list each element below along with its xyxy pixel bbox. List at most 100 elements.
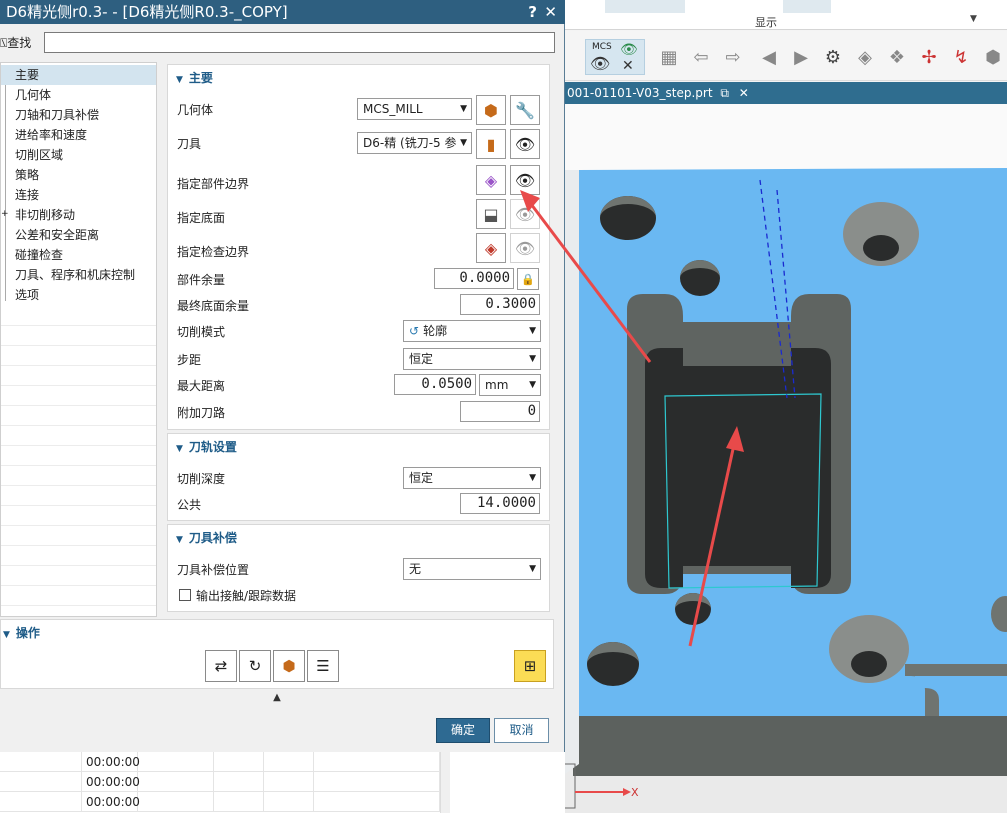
tab-close-icon[interactable]: ✕	[739, 86, 749, 100]
tree-item-tool-program[interactable]: 刀具、程序和机床控制	[1, 265, 156, 285]
table-cell	[138, 792, 214, 812]
check-boundary-icon: ◈	[484, 238, 498, 258]
tree-divider	[1, 345, 156, 346]
edit-geometry-button[interactable]: 🔧	[510, 95, 540, 125]
geometry-select[interactable]: MCS_MILL ▼	[357, 98, 472, 120]
main-group-header[interactable]: ▼ 主要	[168, 65, 549, 91]
tree-item-collision[interactable]: 碰撞检查	[1, 245, 156, 265]
replay-button[interactable]: ↻	[239, 650, 271, 682]
part-stock-input[interactable]: 0.0000	[434, 268, 514, 289]
cube-icon[interactable]: ⬢	[981, 45, 1005, 69]
tree-item-main[interactable]: 主要	[1, 65, 156, 85]
final-floor-stock-label: 最终底面余量	[177, 299, 250, 313]
tree-item-feeds-speeds[interactable]: 进给率和速度	[1, 125, 156, 145]
file-tab[interactable]: 001-01101-V03_step.prt ⧉ ✕	[565, 82, 1007, 104]
table-row[interactable]: 00:00:00	[0, 772, 440, 792]
chevron-down-icon: ▼	[529, 354, 536, 364]
list-button[interactable]: ☰	[307, 650, 339, 682]
find-bar: ⍂查找	[0, 30, 565, 56]
display-check-boundary-button[interactable]: 👁	[510, 233, 540, 263]
generate-button[interactable]: ⇄	[205, 650, 237, 682]
part-stock-label: 部件余量	[177, 273, 226, 287]
final-floor-stock-input[interactable]: 0.3000	[460, 294, 540, 315]
table-cell	[214, 772, 264, 792]
table-cell	[314, 772, 440, 792]
tool-compensation-header[interactable]: ▼ 刀具补偿	[168, 525, 549, 551]
chevron-up-icon: ▲	[273, 692, 281, 703]
tree-divider	[1, 605, 156, 606]
tree-item-tolerance[interactable]: 公差和安全距离	[1, 225, 156, 245]
edit-tool-button[interactable]: 👁	[510, 129, 540, 159]
table-cell	[138, 752, 214, 772]
table-cell	[264, 792, 314, 812]
max-distance-input[interactable]: 0.0500	[394, 374, 476, 395]
specify-floor-button[interactable]: ⬓	[476, 199, 506, 229]
step-right-icon[interactable]: ▶	[789, 45, 813, 69]
max-distance-unit-select[interactable]: mm ▼	[479, 374, 541, 396]
axis-icon[interactable]: ↯	[949, 45, 973, 69]
tab-popout-icon[interactable]: ⧉	[720, 86, 729, 100]
ribbon-display-label: 显示	[755, 16, 777, 29]
cut-pattern-select[interactable]: ↺ 轮廓 ▼	[403, 320, 541, 342]
stack-icon[interactable]: ❖	[885, 45, 909, 69]
help-button[interactable]: ?	[528, 0, 537, 24]
verify-button[interactable]: ⬢	[273, 650, 305, 682]
arrow-left-icon[interactable]: ⇦	[689, 45, 713, 69]
ribbon-group-box	[783, 0, 831, 13]
arrow-right-icon[interactable]: ⇨	[721, 45, 745, 69]
common-depth-input[interactable]: 14.0000	[460, 493, 540, 514]
more-options-toggle[interactable]: ▲	[0, 692, 554, 710]
tree-divider	[1, 565, 156, 566]
path-settings-header[interactable]: ▼ 刀轨设置	[168, 434, 549, 460]
tree-item-non-cutting[interactable]: 非切削移动	[1, 205, 156, 225]
close-button[interactable]: ✕	[544, 0, 557, 24]
layer-icon[interactable]: ▦	[657, 45, 681, 69]
cad-ribbon: 显示 ▼	[565, 0, 1007, 30]
display-floor-button[interactable]: 👁	[510, 199, 540, 229]
new-tool-button[interactable]: ▮	[476, 129, 506, 159]
settings-icon[interactable]: ⚙	[821, 45, 845, 69]
dialog-title-bar[interactable]: D6精光侧r0.3- - [D6精光侧R0.3-_COPY] ? ✕	[0, 0, 565, 24]
operations-header[interactable]: ▼ 操作	[1, 624, 40, 641]
ok-button[interactable]: 确定	[436, 718, 490, 743]
find-input[interactable]	[44, 32, 555, 53]
mcs-display-toggle[interactable]: MCS 👁 👁 ✕	[585, 39, 645, 75]
tool-select[interactable]: D6-精 (铣刀-5 参 ▼	[357, 132, 472, 154]
generate-toolpath-button[interactable]: ⊞	[514, 650, 546, 682]
tree-item-connections[interactable]: 连接	[1, 185, 156, 205]
part-left-edge	[565, 170, 579, 774]
cancel-button[interactable]: 取消	[494, 718, 549, 743]
cad-viewport-area: 显示 ▼ MCS 👁 👁 ✕ ▦ ⇦ ⇨ ◀ ▶ ⚙ ◈ ❖ ✢ ↯ ⬢ 001…	[565, 0, 1007, 813]
stepover-select[interactable]: 恒定 ▼	[403, 348, 541, 370]
output-contact-checkbox[interactable]	[179, 589, 191, 601]
display-part-boundary-button[interactable]: 👁	[510, 165, 540, 195]
tree-item-tool-axis[interactable]: 刀轴和刀具补偿	[1, 105, 156, 125]
tree-item-geometry[interactable]: 几何体	[1, 85, 156, 105]
graphics-window[interactable]: X	[565, 104, 1007, 813]
chevron-down-icon: ▼	[529, 564, 536, 574]
verify-icon[interactable]: ◈	[853, 45, 877, 69]
hole-bottom-left	[587, 642, 639, 686]
ribbon-dropdown-icon[interactable]: ▼	[970, 14, 977, 24]
tree-item-options[interactable]: 选项	[1, 285, 156, 305]
eye-icon: 👁	[514, 170, 536, 190]
tree-item-cut-area[interactable]: 切削区域	[1, 145, 156, 165]
table-scrollbar[interactable]	[440, 752, 450, 813]
step-left-icon[interactable]: ◀	[757, 45, 781, 69]
additional-passes-input[interactable]: 0	[460, 401, 540, 422]
check-boundary-label: 指定检查边界	[177, 245, 250, 259]
axis-move-icon[interactable]: ✢	[917, 45, 941, 69]
expand-icon[interactable]: +	[1, 209, 9, 219]
lock-button[interactable]: 🔒	[517, 268, 539, 290]
comp-position-select[interactable]: 无 ▼	[403, 558, 541, 580]
new-geometry-button[interactable]: ⬢	[476, 95, 506, 125]
table-row[interactable]: 00:00:00	[0, 792, 440, 812]
specify-check-boundary-button[interactable]: ◈	[476, 233, 506, 263]
cut-depth-select[interactable]: 恒定 ▼	[403, 467, 541, 489]
tree-item-strategy[interactable]: 策略	[1, 165, 156, 185]
cut-pattern-label: 切削模式	[177, 325, 226, 339]
eye-icon: 👁	[514, 204, 536, 224]
specify-part-boundary-button[interactable]: ◈	[476, 165, 506, 195]
table-row[interactable]: 00:00:00	[0, 752, 440, 772]
table-cell	[138, 772, 214, 792]
